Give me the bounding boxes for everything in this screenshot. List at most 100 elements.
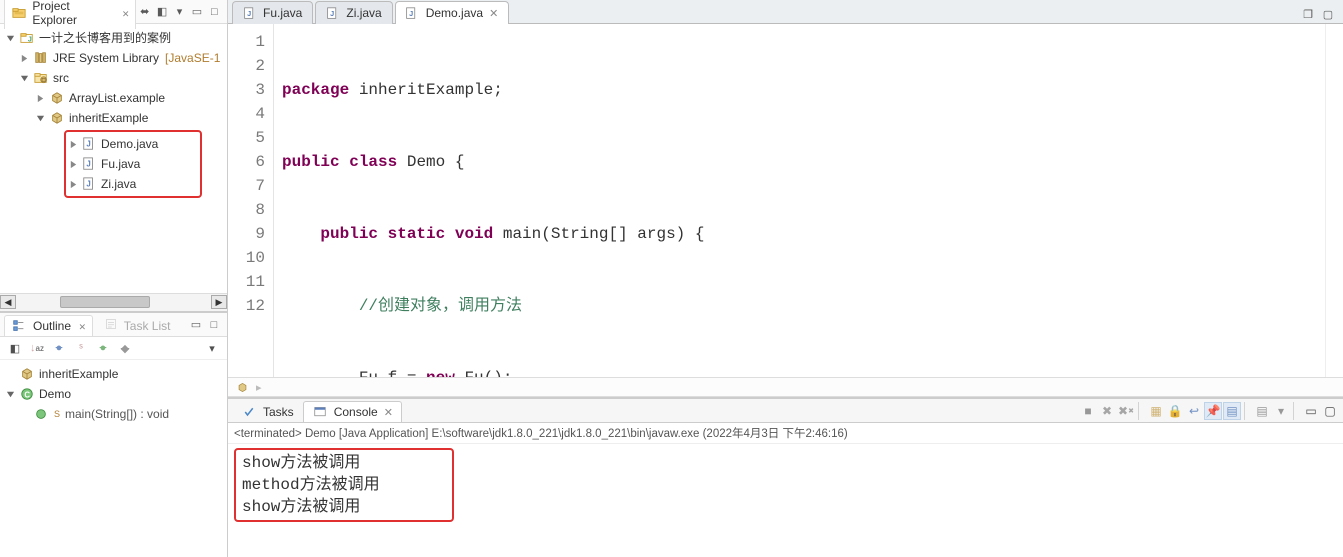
folder-nav-icon <box>11 5 26 21</box>
scroll-lock-icon[interactable]: 🔒 <box>1166 402 1184 420</box>
outline-tab[interactable]: Outline ✕ <box>4 315 93 336</box>
new-console-menu-icon[interactable]: ▾ <box>1272 402 1290 420</box>
sort-icon[interactable]: ↓az <box>28 339 46 357</box>
console-output[interactable]: show方法被调用 method方法被调用 show方法被调用 <box>228 444 1343 557</box>
outline-class-label: Demo <box>39 384 71 404</box>
display-selected-console-icon[interactable]: ▤ <box>1223 402 1241 420</box>
tab-tasks[interactable]: Tasks <box>232 401 303 422</box>
scroll-right-icon[interactable]: ▶ <box>211 295 227 309</box>
close-icon[interactable]: ✕ <box>489 7 498 20</box>
maximize-icon[interactable]: □ <box>206 3 223 21</box>
outline-method[interactable]: S main(String[]) : void <box>2 404 225 424</box>
svg-text:J: J <box>409 8 413 17</box>
tree-pkg-inherit[interactable]: inheritExample <box>2 108 225 128</box>
pkg2-label: inheritExample <box>69 108 148 128</box>
tree-project[interactable]: J 一计之长博客用到的案例 <box>2 28 225 48</box>
minimize-icon[interactable]: ▭ <box>188 3 205 21</box>
expander-open-icon[interactable] <box>4 388 16 400</box>
tree-jre[interactable]: JRE System Library [JavaSE-1 <box>2 48 225 68</box>
editor-tab-demo[interactable]: J Demo.java ✕ <box>395 1 510 24</box>
java-file-icon: J <box>81 136 97 152</box>
focus-icon[interactable]: ◧ <box>6 339 24 357</box>
project-explorer-header: Project Explorer ✕ ⬌ ◧ ▾ ▭ □ <box>0 0 227 24</box>
word-wrap-icon[interactable]: ↩ <box>1185 402 1203 420</box>
hide-fields-icon[interactable]: ● <box>50 339 68 357</box>
remove-launch-icon[interactable]: ✖ <box>1098 402 1116 420</box>
svg-text:J: J <box>86 180 90 189</box>
tree-file-zi[interactable]: J Zi.java <box>68 174 198 194</box>
scroll-thumb[interactable] <box>60 296 150 308</box>
tree-src[interactable]: src <box>2 68 225 88</box>
highlighted-files-box: J Demo.java J Fu.java J Zi.java <box>64 130 202 198</box>
public-method-icon <box>33 406 49 422</box>
tab-console[interactable]: Console ✕ <box>303 401 402 422</box>
restore-icon[interactable]: ❐ <box>1299 5 1317 23</box>
tree-file-demo[interactable]: J Demo.java <box>68 134 198 154</box>
hide-non-public-icon[interactable]: ● <box>94 339 112 357</box>
maximize-icon[interactable]: □ <box>205 316 223 334</box>
outline-tree[interactable]: inheritExample C Demo S main(String[]) :… <box>0 360 227 557</box>
svg-text:C: C <box>24 391 30 400</box>
expander-closed-icon[interactable] <box>18 52 30 64</box>
outline-title: Outline <box>33 319 71 333</box>
explorer-horizontal-scrollbar[interactable]: ◀ ▶ <box>0 293 227 311</box>
java-file-icon: J <box>404 5 420 21</box>
expander-open-icon[interactable] <box>34 112 46 124</box>
outline-pkg[interactable]: inheritExample <box>2 364 225 384</box>
terminate-icon[interactable]: ■ <box>1079 402 1097 420</box>
editor-breadcrumb[interactable]: ▸ <box>228 377 1343 397</box>
tasklist-icon <box>103 316 119 332</box>
expander-closed-icon[interactable] <box>68 158 78 170</box>
maximize-icon[interactable]: ▢ <box>1321 402 1339 420</box>
pin-console-icon[interactable]: 📌 <box>1204 402 1222 420</box>
expander-closed-icon[interactable] <box>68 138 78 150</box>
src-label: src <box>53 68 69 88</box>
svg-text:J: J <box>86 160 90 169</box>
tab-label: Demo.java <box>426 6 483 20</box>
hide-static-icon[interactable]: ˢ <box>72 339 90 357</box>
java-file-icon: J <box>81 156 97 172</box>
scroll-left-icon[interactable]: ◀ <box>0 295 16 309</box>
console-status: <terminated> Demo [Java Application] E:\… <box>228 423 1343 444</box>
outline-class[interactable]: C Demo <box>2 384 225 404</box>
bottom-tab-bar: Tasks Console ✕ ■ ✖ ✖✖ ▦ 🔒 ↩ 📌 ▤ <box>228 399 1343 423</box>
minimize-icon[interactable]: ▭ <box>187 316 205 334</box>
minimize-icon[interactable]: ▭ <box>1302 402 1320 420</box>
overview-ruler[interactable] <box>1325 24 1343 377</box>
console-icon <box>312 404 328 420</box>
editor-tab-fu[interactable]: J Fu.java <box>232 1 313 24</box>
expander-open-icon[interactable] <box>18 72 30 84</box>
project-explorer-title: Project Explorer <box>32 0 114 27</box>
clear-console-icon[interactable]: ▦ <box>1147 402 1165 420</box>
code-editor[interactable]: 1 2 3 4 5 6 7 8 9 10 11 12 package inher… <box>228 24 1343 377</box>
class-icon: C <box>19 386 35 402</box>
tasklist-tab-dim[interactable]: Task List <box>103 316 171 333</box>
code-content[interactable]: package inheritExample; public class Dem… <box>274 24 1325 377</box>
project-explorer-tree[interactable]: J 一计之长博客用到的案例 JRE System Library [JavaSE… <box>0 24 227 293</box>
tree-pkg-arraylist[interactable]: ArrayList.example <box>2 88 225 108</box>
tree-file-fu[interactable]: J Fu.java <box>68 154 198 174</box>
editor-tab-zi[interactable]: J Zi.java <box>315 1 392 24</box>
hide-local-icon[interactable]: ◆ <box>116 339 134 357</box>
outline-method-label: main(String[]) : void <box>65 404 169 424</box>
expander-closed-icon[interactable] <box>34 92 46 104</box>
close-icon[interactable]: ✕ <box>384 406 393 419</box>
view-menu-icon[interactable]: ▾ <box>171 3 188 21</box>
remove-all-icon[interactable]: ✖✖ <box>1117 402 1135 420</box>
close-icon[interactable]: ✕ <box>122 7 129 20</box>
java-file-icon: J <box>324 5 340 21</box>
expander-closed-icon[interactable] <box>68 178 78 190</box>
view-menu-icon[interactable]: ▾ <box>203 339 221 357</box>
maximize-icon[interactable]: ▢ <box>1319 5 1337 23</box>
project-explorer-tab[interactable]: Project Explorer ✕ <box>4 0 136 29</box>
focus-task-icon[interactable]: ◧ <box>153 3 170 21</box>
open-console-icon[interactable]: ▤ <box>1253 402 1271 420</box>
svg-text:J: J <box>86 140 90 149</box>
link-with-editor-icon[interactable]: ⬌ <box>136 3 153 21</box>
outline-toolbar: ◧ ↓az ● ˢ ● ◆ ▾ <box>0 337 227 360</box>
project-label: 一计之长博客用到的案例 <box>39 28 171 48</box>
java-project-icon: J <box>19 30 35 46</box>
expander-open-icon[interactable] <box>4 32 16 44</box>
svg-text:J: J <box>330 8 334 17</box>
close-icon[interactable]: ✕ <box>79 320 86 333</box>
